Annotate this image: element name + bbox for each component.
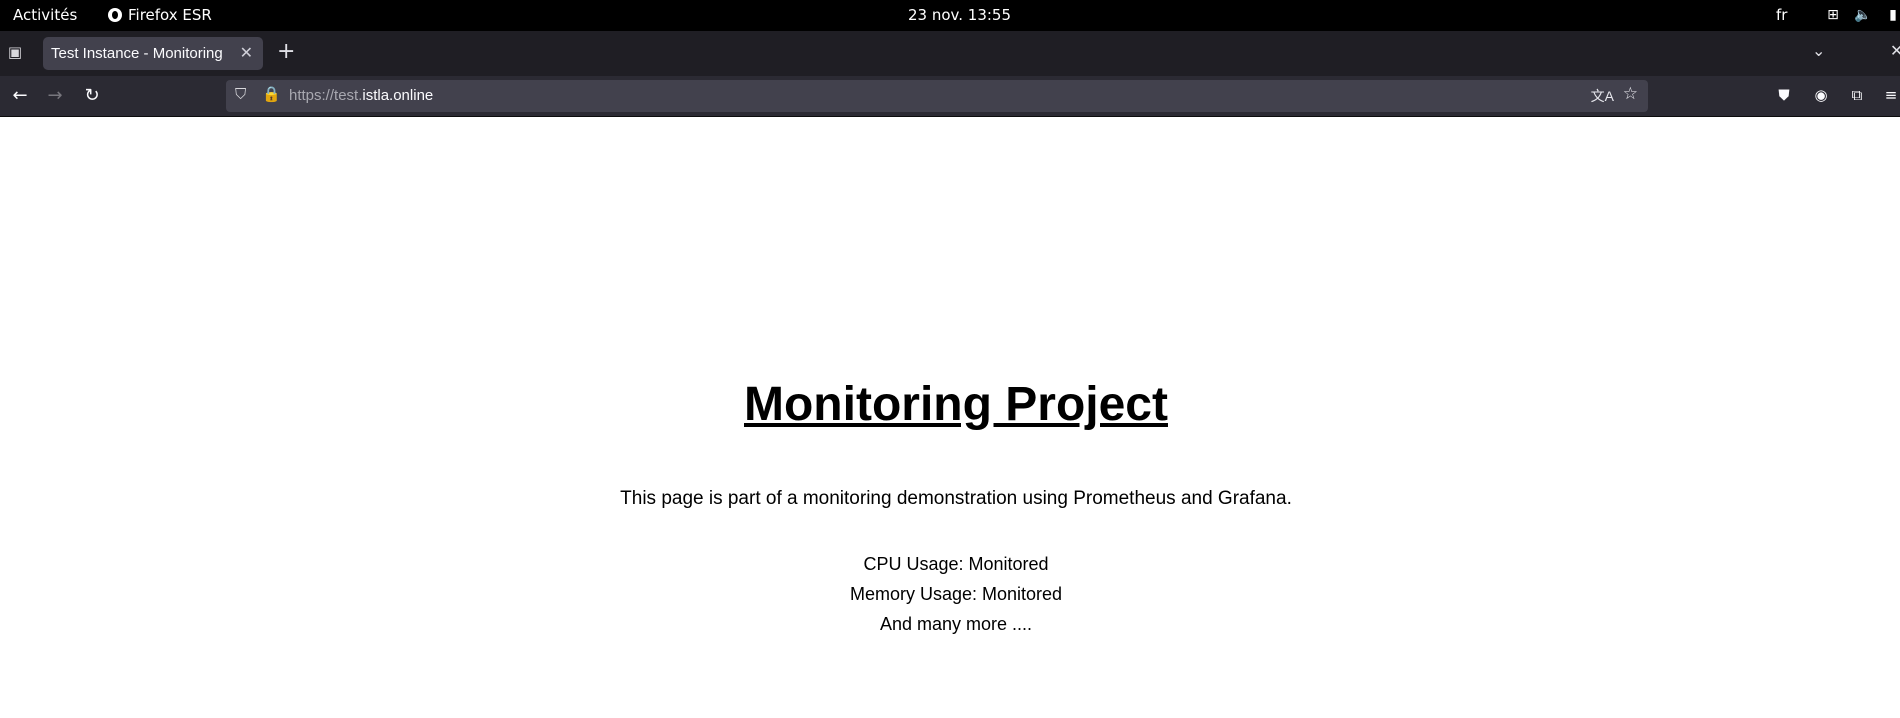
page-description: This page is part of a monitoring demons… [620,488,1292,509]
volume-icon: 🔈 [1854,7,1872,23]
status-line-cpu: CPU Usage: Monitored [863,554,1049,574]
tab-active[interactable]: Test Instance - Monitoring ✕ [43,37,263,70]
network-icon: ⊞ [1827,7,1839,23]
battery-icon: ▮ [1889,7,1897,23]
input-language[interactable]: fr [1776,6,1787,24]
page-content: Monitoring Project This page is part of … [0,117,1900,718]
clock[interactable]: 23 nov. 13:55 [908,6,1011,24]
activities-button[interactable]: Activités [13,6,77,24]
close-tab-icon[interactable]: ✕ [240,43,253,62]
status-line-memory: Memory Usage: Monitored [849,584,1063,604]
reload-button[interactable]: ↻ [80,84,104,108]
extensions-icon[interactable]: ⧉ [1846,84,1868,106]
forward-button[interactable]: → [43,84,67,108]
back-button[interactable]: ← [8,84,32,108]
app-name: Firefox ESR [128,6,212,24]
url-bar[interactable]: ⛉ 🔒 https://test.istla.online 文A ☆ [226,80,1648,112]
translate-icon[interactable]: 文A [1591,86,1614,106]
app-menu[interactable]: Firefox ESR [108,6,212,24]
url-prefix: https://test. [289,87,363,104]
bookmark-star-icon[interactable]: ☆ [1623,84,1638,104]
status-line-more: And many more .... [879,614,1033,634]
system-tray[interactable]: ⊞ 🔈 ▮ [1824,6,1900,24]
url-domain: istla.online [362,87,434,104]
new-tab-button[interactable]: + [277,41,295,63]
tab-strip: ▣ Test Instance - Monitoring ✕ + ⌄ ✕ [0,31,1900,76]
system-top-bar: Activités Firefox ESR 23 nov. 13:55 fr ⊞… [0,0,1900,31]
account-icon[interactable]: ◉ [1810,84,1832,106]
navigation-toolbar: ← → ↻ ⛉ 🔒 https://test.istla.online 文A ☆… [0,76,1900,117]
tab-label: Test Instance - Monitoring [51,45,223,62]
url-text[interactable]: https://test.istla.online [289,87,433,104]
shield-icon[interactable]: ⛉ [235,86,246,103]
menu-icon[interactable]: ≡ [1880,84,1900,106]
window-close-icon[interactable]: ✕ [1890,41,1900,60]
chevron-down-icon[interactable]: ⌄ [1812,41,1825,60]
pocket-icon[interactable]: ⛊ [1773,84,1795,106]
page-title: Monitoring Project [744,378,1168,431]
lock-icon[interactable]: 🔒 [262,85,281,103]
firefox-view-icon[interactable]: ▣ [5,43,25,63]
firefox-icon [108,8,122,22]
